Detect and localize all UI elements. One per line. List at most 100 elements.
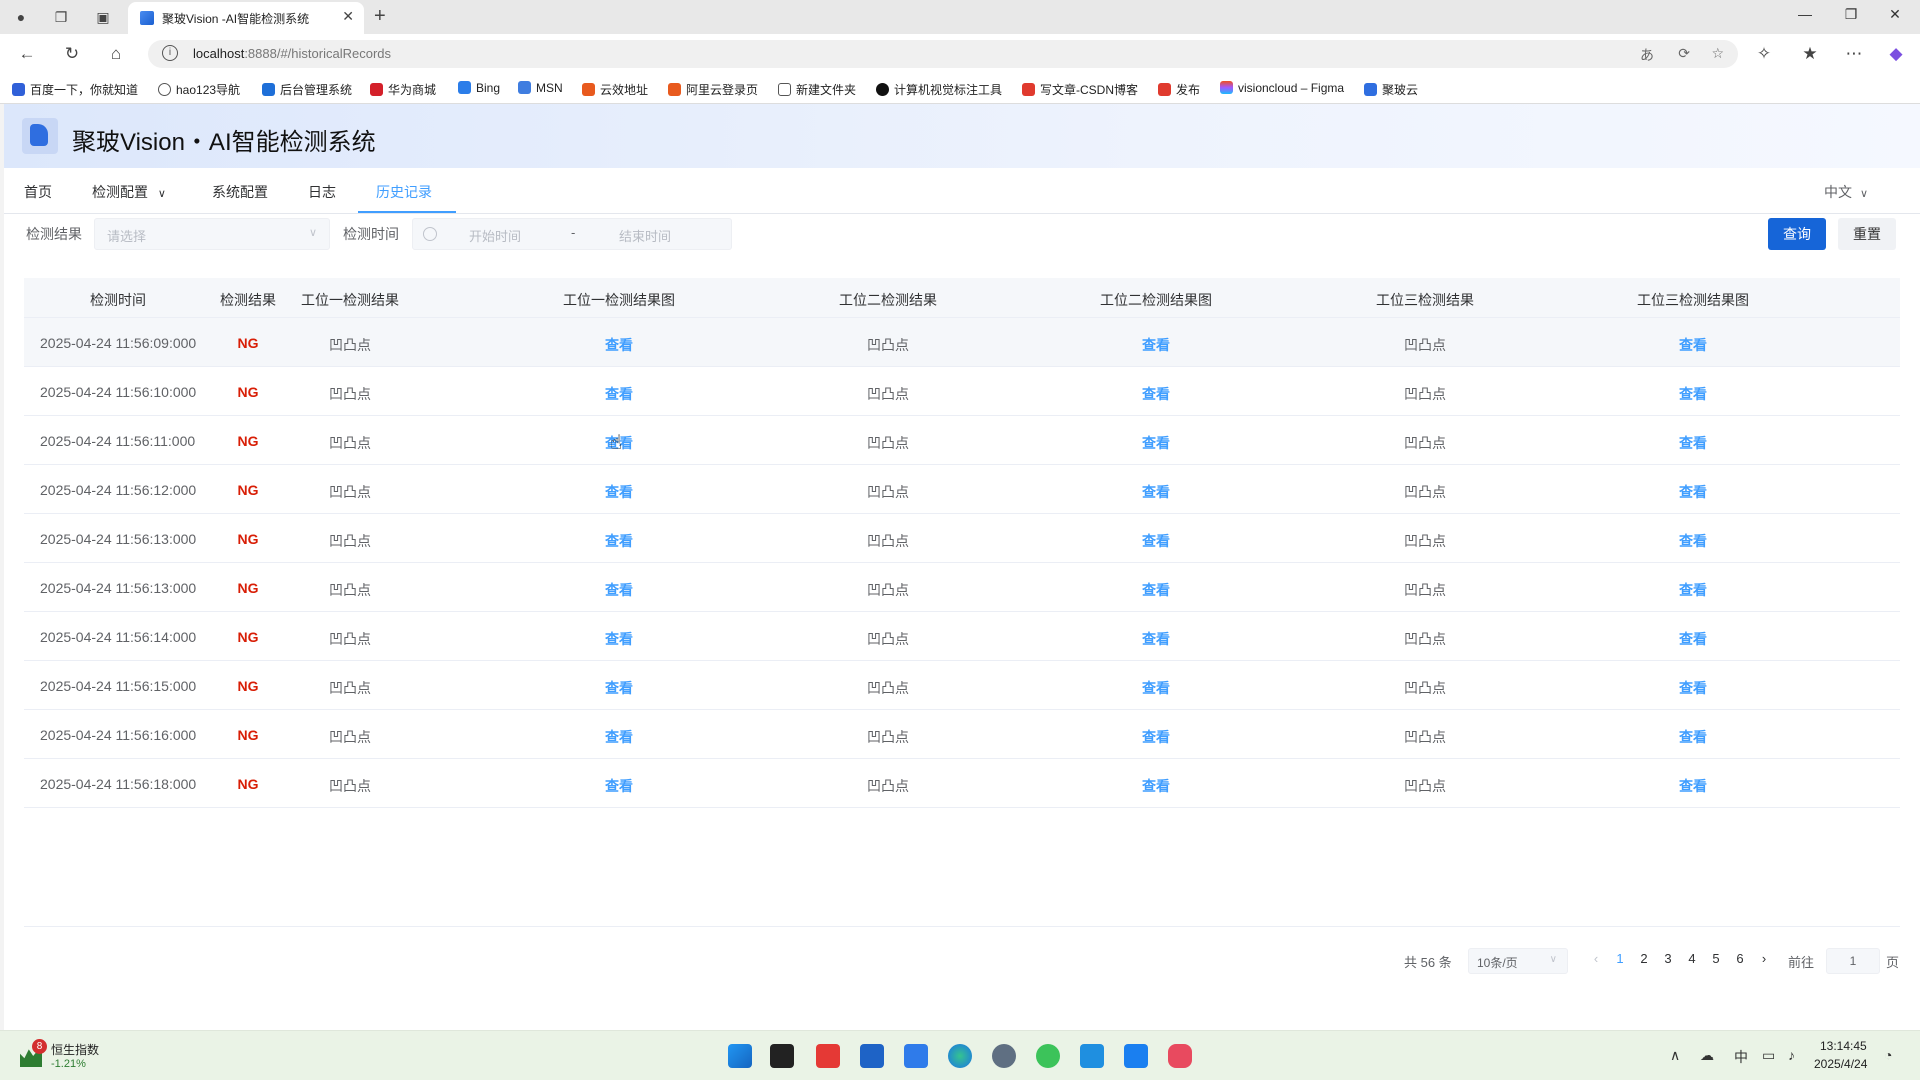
page-number[interactable]: 3 [1658, 951, 1678, 966]
copilot-icon[interactable]: ◆ [1884, 43, 1908, 65]
address-bar[interactable]: i localhost:8888/#/historicalRecords あ ⟳… [148, 40, 1738, 68]
bookmark-item[interactable]: 阿里云登录页 [668, 81, 758, 98]
menu-item-detect-config[interactable]: 检测配置 ∨ [92, 182, 166, 202]
page-size-select[interactable]: 10条/页 ∨ [1468, 948, 1568, 974]
view-station1-image-link[interactable]: 查看 [605, 384, 633, 404]
view-station2-image-link[interactable]: 查看 [1142, 384, 1170, 404]
goto-page-input[interactable]: 1 [1826, 948, 1880, 974]
restore-icon[interactable]: ❐ [1836, 6, 1866, 23]
date-range-picker[interactable]: 开始时间 - 结束时间 [412, 218, 732, 250]
clock-date[interactable]: 2025/4/24 [1814, 1057, 1867, 1071]
next-page-icon[interactable]: › [1754, 951, 1774, 966]
view-station1-image-link[interactable]: 查看 [605, 580, 633, 600]
view-station2-image-link[interactable]: 查看 [1142, 531, 1170, 551]
end-time-input[interactable]: 结束时间 [619, 226, 671, 245]
view-station3-image-link[interactable]: 查看 [1679, 629, 1707, 649]
read-aloud-icon[interactable]: あ [1640, 45, 1654, 65]
view-station2-image-link[interactable]: 查看 [1142, 580, 1170, 600]
bookmark-item[interactable]: 计算机视觉标注工具 [876, 81, 1002, 98]
bookmark-item[interactable]: 华为商城 [370, 81, 436, 98]
menu-item-history[interactable]: 历史记录 [376, 182, 432, 202]
start-icon[interactable] [728, 1044, 752, 1068]
view-station2-image-link[interactable]: 查看 [1142, 629, 1170, 649]
extensions-icon[interactable]: ✧ [1752, 43, 1776, 65]
edge-icon[interactable] [948, 1044, 972, 1068]
wechat-icon[interactable] [1036, 1044, 1060, 1068]
view-station3-image-link[interactable]: 查看 [1679, 678, 1707, 698]
reset-button[interactable]: 重置 [1838, 218, 1896, 250]
view-station3-image-link[interactable]: 查看 [1679, 580, 1707, 600]
tab-actions-icon[interactable]: ▣ [92, 6, 114, 28]
view-station3-image-link[interactable]: 查看 [1679, 335, 1707, 355]
view-station3-image-link[interactable]: 查看 [1679, 531, 1707, 551]
view-station3-image-link[interactable]: 查看 [1679, 482, 1707, 502]
view-station1-image-link[interactable]: 查看 [605, 776, 633, 796]
window-close-icon[interactable]: ✕ [1880, 6, 1910, 23]
bookmark-item[interactable]: 写文章-CSDN博客 [1022, 81, 1138, 98]
workspaces-icon[interactable]: ❐ [50, 6, 72, 28]
page-number[interactable]: 1 [1610, 951, 1630, 966]
notification-icon[interactable]: ◔ [1884, 1047, 1892, 1063]
view-station2-image-link[interactable]: 查看 [1142, 678, 1170, 698]
widget-name[interactable]: 恒生指数 [51, 1041, 99, 1058]
favorite-star-icon[interactable]: ☆ [1711, 45, 1724, 62]
start-time-input[interactable]: 开始时间 [469, 226, 521, 245]
prev-page-icon[interactable]: ‹ [1586, 951, 1606, 966]
page-number[interactable]: 4 [1682, 951, 1702, 966]
view-station1-image-link[interactable]: 查看 [605, 482, 633, 502]
browser-tab[interactable]: 聚玻Vision -AI智能检测系统 ✕ [128, 2, 364, 34]
view-station1-image-link[interactable]: 查看 [605, 531, 633, 551]
view-station1-image-link[interactable]: 查看 [605, 629, 633, 649]
bookmark-item[interactable]: 聚玻云 [1364, 81, 1418, 98]
page-number[interactable]: 5 [1706, 951, 1726, 966]
wps-icon[interactable] [816, 1044, 840, 1068]
result-select[interactable]: 请选择 ∨ [94, 218, 330, 250]
clock-time[interactable]: 13:14:45 [1820, 1039, 1867, 1053]
view-station2-image-link[interactable]: 查看 [1142, 433, 1170, 453]
bookmark-item[interactable]: visioncloud – Figma [1220, 81, 1344, 95]
volume-icon[interactable]: ♪ [1788, 1047, 1795, 1063]
page-number[interactable]: 2 [1634, 951, 1654, 966]
back-icon[interactable]: ← [15, 43, 39, 65]
bookmark-item[interactable]: 发布 [1158, 81, 1200, 98]
menu-item-log[interactable]: 日志 [308, 182, 336, 202]
bookmark-item[interactable]: MSN [518, 81, 563, 95]
bookmark-item[interactable]: 百度一下，你就知道 [12, 81, 138, 98]
view-station1-image-link[interactable]: 查看 [605, 335, 633, 355]
refresh-icon[interactable]: ↻ [60, 43, 84, 65]
task-view-icon[interactable] [770, 1044, 794, 1068]
menu-item-home[interactable]: 首页 [24, 182, 52, 202]
vscode-icon[interactable] [1080, 1044, 1104, 1068]
minimize-icon[interactable]: — [1790, 6, 1820, 22]
language-select[interactable]: 中文 ∨ [1824, 182, 1868, 202]
bookmark-item[interactable]: hao123导航 [158, 81, 240, 98]
favorites-icon[interactable]: ★ [1798, 43, 1822, 65]
view-station3-image-link[interactable]: 查看 [1679, 384, 1707, 404]
onedrive-icon[interactable]: ☁ [1700, 1047, 1714, 1064]
bookmark-item[interactable]: 云效地址 [582, 81, 648, 98]
view-station2-image-link[interactable]: 查看 [1142, 335, 1170, 355]
menu-item-system-config[interactable]: 系统配置 [212, 182, 268, 202]
lark-icon[interactable] [1124, 1044, 1148, 1068]
query-button[interactable]: 查询 [1768, 218, 1826, 250]
more-icon[interactable]: ⋯ [1842, 43, 1866, 65]
chevron-up-icon[interactable]: ∧ [1670, 1047, 1680, 1064]
view-station3-image-link[interactable]: 查看 [1679, 727, 1707, 747]
close-tab-icon[interactable]: ✕ [342, 8, 354, 25]
store-icon[interactable] [860, 1044, 884, 1068]
ime-indicator[interactable]: 中 [1734, 1047, 1748, 1067]
bookmark-item[interactable]: Bing [458, 81, 500, 95]
home-icon[interactable]: ⌂ [104, 43, 128, 65]
sync-icon[interactable]: ⟳ [1678, 45, 1690, 62]
view-station2-image-link[interactable]: 查看 [1142, 727, 1170, 747]
bookmark-folder[interactable]: 新建文件夹 [778, 81, 856, 98]
view-station3-image-link[interactable]: 查看 [1679, 776, 1707, 796]
site-info-icon[interactable]: i [162, 45, 178, 61]
profile-icon[interactable]: ● [10, 6, 32, 28]
view-station2-image-link[interactable]: 查看 [1142, 482, 1170, 502]
settings-icon[interactable] [992, 1044, 1016, 1068]
new-tab-icon[interactable]: + [374, 5, 386, 28]
feishu-icon[interactable] [904, 1044, 928, 1068]
view-station2-image-link[interactable]: 查看 [1142, 776, 1170, 796]
app-icon[interactable] [1168, 1044, 1192, 1068]
